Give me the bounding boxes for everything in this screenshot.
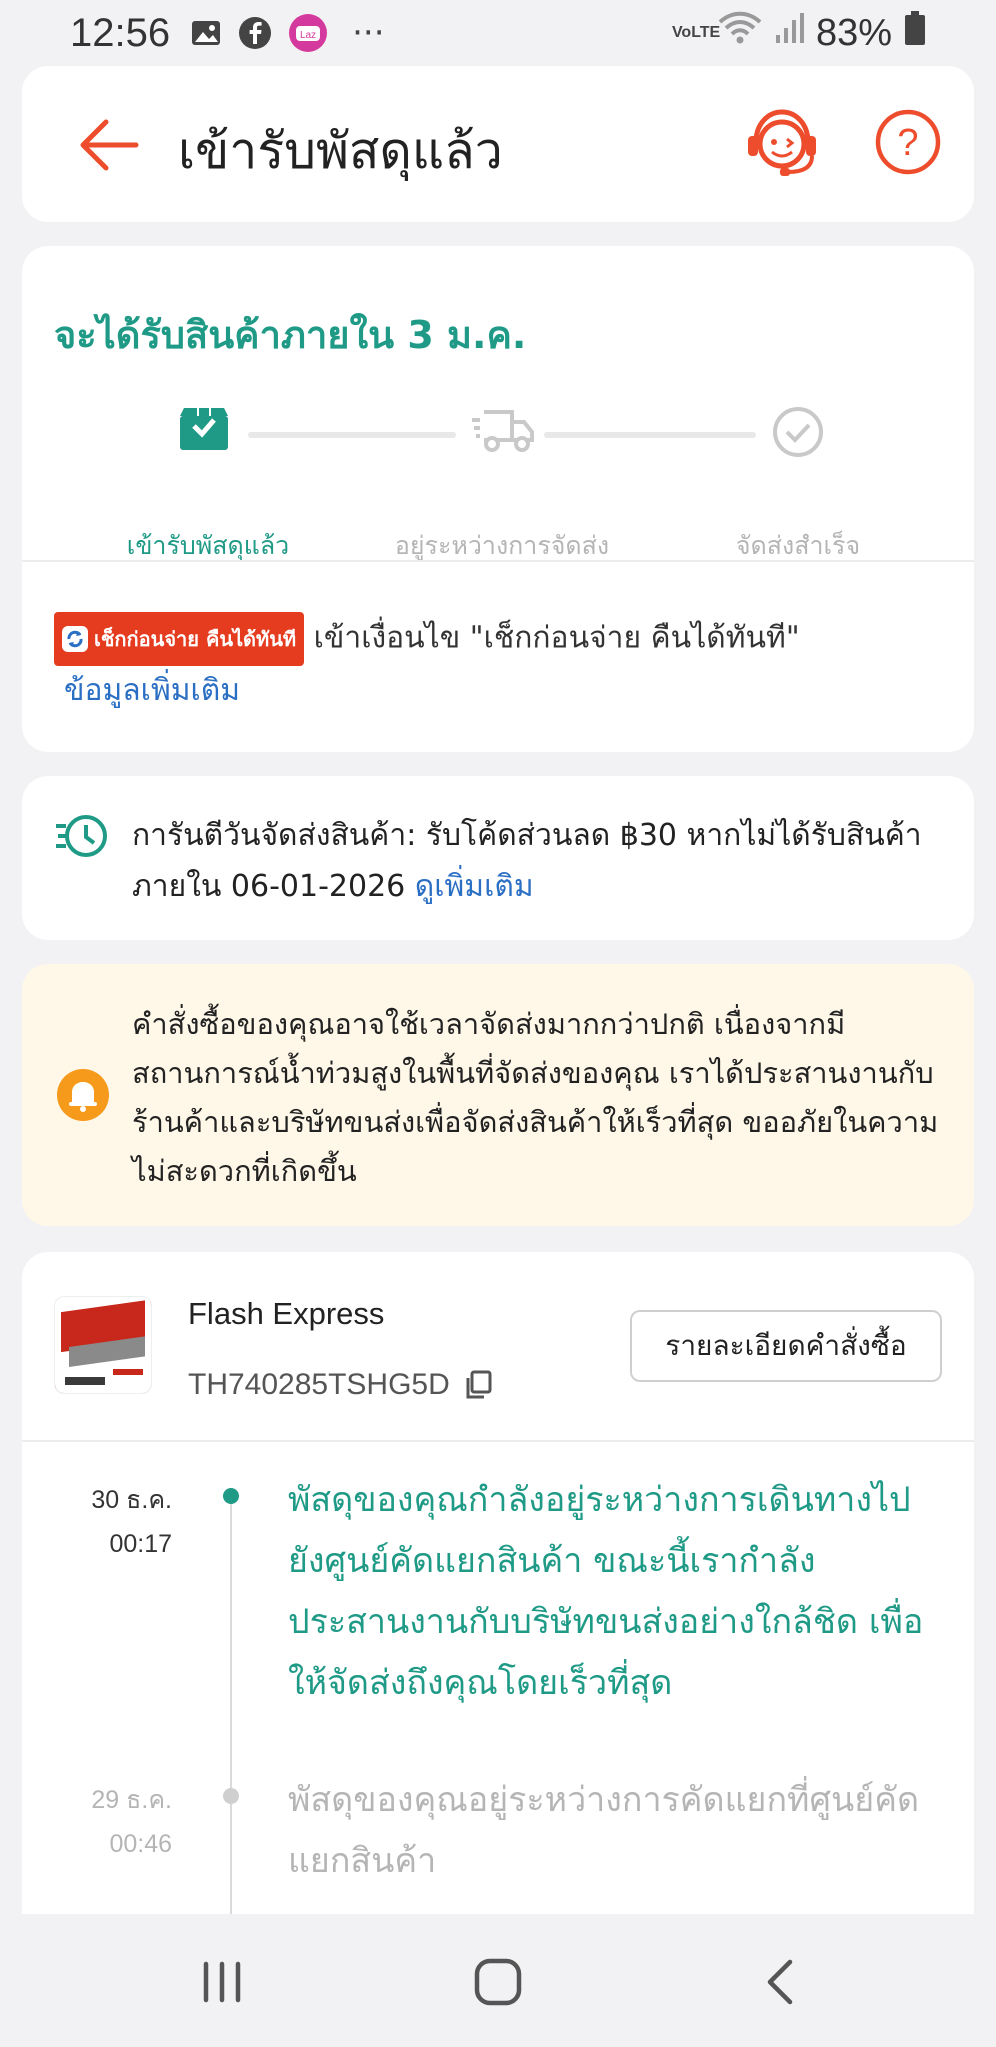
cod-text: เข้าเงื่อนไข "เช็กก่อนจ่าย คืนได้ทันที" [313, 620, 800, 656]
facebook-icon [238, 16, 272, 50]
check-circle-icon [770, 406, 830, 462]
refresh-icon [62, 626, 88, 652]
help-icon: ? [875, 109, 941, 175]
truck-icon [470, 406, 534, 462]
back-button[interactable] [76, 112, 142, 178]
battery-icon [904, 10, 926, 56]
copy-icon[interactable] [464, 1370, 492, 1400]
progress-line-2 [544, 432, 756, 438]
guarantee-text-block: การันตีวันจัดส่งสินค้า: รับโค้ดส่วนลด ฿3… [132, 810, 952, 912]
gallery-icon [190, 18, 222, 48]
delivery-eta: จะได้รับสินค้าภายใน 3 ม.ค. [54, 313, 527, 357]
progress-line-1 [248, 432, 456, 438]
svg-text:?: ? [897, 122, 918, 164]
recent-apps-button[interactable] [192, 1952, 252, 2012]
see-more-link[interactable]: ดูเพิ่มเติม [415, 869, 534, 904]
system-nav-bar [0, 1914, 996, 2047]
svg-text:Laz: Laz [300, 30, 316, 41]
fast-clock-icon [54, 812, 110, 860]
help-button[interactable]: ? [874, 108, 942, 176]
event-date: 30 ธ.ค. 00:17 [52, 1478, 172, 1566]
progress-stepper: เข้ารับพัสดุแล้ว อยู่ระหว่างการจัดส่ง จั… [22, 406, 974, 560]
arrow-left-icon [80, 119, 139, 171]
event-date-day: 30 ธ.ค. [91, 1486, 172, 1514]
notice-text: คำสั่งซื้อของคุณอาจใช้เวลาจัดส่งมากกว่าป… [132, 1007, 939, 1188]
cod-badge: เช็กก่อนจ่าย คืนได้ทันที [54, 612, 305, 666]
delivery-guarantee-card: การันตีวันจัดส่งสินค้า: รับโค้ดส่วนลด ฿3… [22, 776, 974, 940]
wifi-icon [718, 10, 762, 56]
carrier-name: Flash Express [188, 1296, 385, 1331]
volte-icon: VoLTE [671, 24, 721, 41]
status-time: 12:56 [70, 10, 171, 55]
tracking-number-row: TH740285TSHG5D [188, 1368, 492, 1402]
order-details-button[interactable]: รายละเอียดคำสั่งซื้อ [630, 1310, 942, 1382]
customer-service-icon [748, 109, 816, 176]
back-nav-button[interactable] [752, 1952, 812, 2012]
recent-apps-icon [203, 1961, 241, 2003]
bell-icon [56, 1068, 110, 1122]
chevron-left-icon [767, 1959, 793, 2005]
flood-notice-card: คำสั่งซื้อของคุณอาจใช้เวลาจัดส่งมากกว่าป… [22, 964, 974, 1226]
page-title: เข้ารับพัสดุแล้ว [178, 122, 503, 180]
tracking-number: TH740285TSHG5D [188, 1368, 450, 1401]
home-icon [474, 1958, 522, 2006]
cod-condition: เช็กก่อนจ่าย คืนได้ทันที เข้าเงื่อนไข "เ… [54, 612, 954, 716]
timeline-dot-active [223, 1488, 239, 1504]
status-bar: 12:56 Laz ··· VoLTE 83% [0, 0, 996, 66]
support-button[interactable] [742, 102, 822, 182]
divider [22, 560, 974, 562]
timeline-dot [223, 1788, 239, 1804]
tracking-status-card: จะได้รับสินค้าภายใน 3 ม.ค. เข้ารับพัสดุแ… [22, 246, 974, 752]
event-date-day: 29 ธ.ค. [91, 1786, 172, 1814]
event-date: 29 ธ.ค. 00:46 [52, 1778, 172, 1866]
signal-icon [774, 11, 804, 55]
event-date-time: 00:46 [109, 1830, 172, 1858]
product-thumbnail[interactable] [54, 1296, 152, 1394]
battery-level: 83% [815, 11, 892, 54]
home-button[interactable] [468, 1952, 528, 2012]
event-date-time: 00:17 [109, 1530, 172, 1558]
event-text: พัสดุของคุณอยู่ระหว่างการคัดแยกที่ศูนย์ค… [288, 1780, 920, 1881]
more-info-link[interactable]: ข้อมูลเพิ่มเติม [64, 673, 240, 708]
lazada-icon: Laz [288, 13, 328, 53]
header-bar: เข้ารับพัสดุแล้ว ? [22, 66, 974, 222]
event-text: พัสดุของคุณกำลังอยู่ระหว่างการเดินทางไปย… [288, 1480, 924, 1703]
box-icon [178, 406, 238, 462]
more-icon: ··· [352, 13, 385, 53]
divider [22, 1440, 974, 1442]
cod-badge-label: เช็กก่อนจ่าย คืนได้ทันที [94, 627, 297, 651]
